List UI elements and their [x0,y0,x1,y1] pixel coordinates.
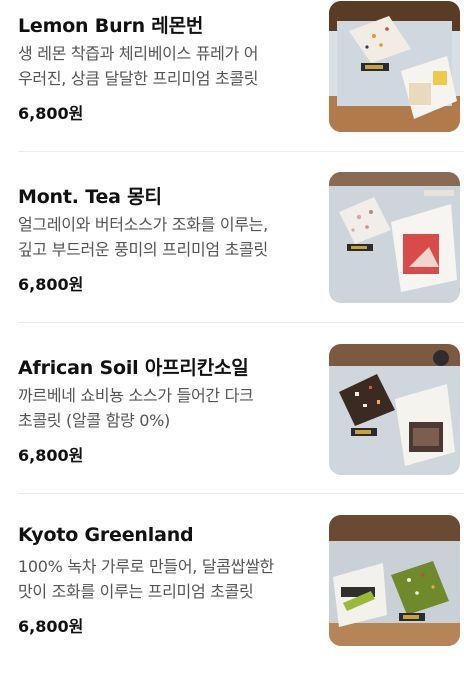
product-image[interactable] [329,1,460,132]
description-line: 100% 녹차 가루로 만들어, 달콤쌉쌀한 [18,557,274,576]
description-line: 맛이 조화를 이루는 프리미엄 초콜릿 [18,582,254,601]
description-line: 깊고 부드러운 풍미의 프리미엄 초콜릿 [18,240,268,259]
product-price: 6,800원 [18,617,84,636]
product-price: 6,800원 [18,446,84,465]
product-name: Mont. Tea 몽티 [18,186,162,208]
product-description: 얼그레이와 버터소스가 조화를 이루는, 깊고 부드러운 풍미의 프리미엄 초콜… [18,212,318,262]
divider [18,322,464,323]
product-item-mont-tea[interactable]: Mont. Tea 몽티 얼그레이와 버터소스가 조화를 이루는, 깊고 부드러… [0,171,464,342]
description-line: 우러진, 상큼 달달한 프리미엄 초콜릿 [18,69,259,88]
product-name: African Soil 아프리칸소일 [18,357,249,379]
product-description: 까르베네 쇼비뇽 소스가 들어간 다크 초콜릿 (알콜 함량 0%) [18,383,318,433]
description-line: 초콜릿 (알콜 함량 0%) [18,411,170,430]
chocolate-box-photo [329,1,460,132]
divider [18,493,464,494]
product-name: Kyoto Greenland [18,524,194,546]
description-line: 생 레몬 착즙과 체리베이스 퓨레가 어 [18,44,259,63]
product-list: Lemon Burn 레몬번 생 레몬 착즙과 체리베이스 퓨레가 어 우러진,… [0,0,464,653]
product-description: 생 레몬 착즙과 체리베이스 퓨레가 어 우러진, 상큼 달달한 프리미엄 초콜… [18,41,318,91]
product-price: 6,800원 [18,275,84,294]
chocolate-box-photo [329,515,460,646]
product-item-lemon-burn[interactable]: Lemon Burn 레몬번 생 레몬 착즙과 체리베이스 퓨레가 어 우러진,… [0,0,464,171]
description-line: 까르베네 쇼비뇽 소스가 들어간 다크 [18,386,254,405]
chocolate-box-photo [329,172,460,303]
product-name: Lemon Burn 레몬번 [18,15,204,37]
product-item-african-soil[interactable]: African Soil 아프리칸소일 까르베네 쇼비뇽 소스가 들어간 다크 … [0,342,464,513]
product-item-kyoto-greenland[interactable]: Kyoto Greenland 100% 녹차 가루로 만들어, 달콤쌉쌀한 맛… [0,513,464,684]
product-price: 6,800원 [18,104,84,123]
divider [18,151,464,152]
description-line: 얼그레이와 버터소스가 조화를 이루는, [18,215,268,234]
product-image[interactable] [329,172,460,303]
chocolate-box-photo [329,344,460,475]
product-image[interactable] [329,515,460,646]
product-image[interactable] [329,344,460,475]
product-description: 100% 녹차 가루로 만들어, 달콤쌉쌀한 맛이 조화를 이루는 프리미엄 초… [18,554,318,604]
